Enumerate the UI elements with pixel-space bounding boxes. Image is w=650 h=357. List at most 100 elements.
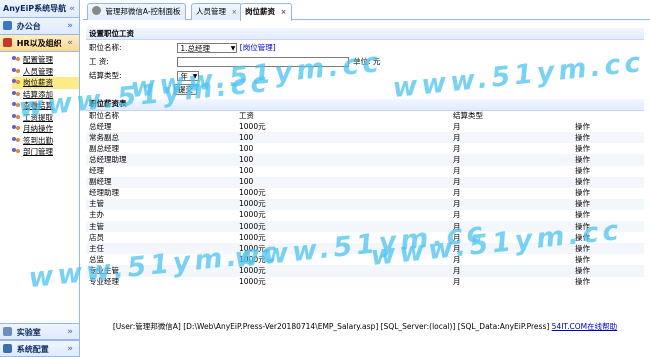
cell-position: 专业主管 [89,265,119,275]
panel-hr[interactable]: HR以及组织 « [0,35,79,52]
sidebar-title-text: AnyEiP系统导航 [3,4,67,13]
row-action-link[interactable]: 操作 [572,121,644,132]
row-action-link[interactable]: 操作 [572,166,644,177]
table-row: 总监 1000元 月 操作 [86,254,644,265]
position-row: 职位名称: 1.总经理 ▼ [岗位管理] [86,42,644,54]
sidebar-item-label: 月纳操作 [23,124,53,133]
sidebar-item-label: 岗位薪资 [23,78,53,87]
row-action-link[interactable]: 操作 [572,221,644,232]
table-row: 专业经理 1000元 月 操作 [86,277,644,288]
panel-office[interactable]: 办公台 » [0,18,79,35]
submit-row: 提交 [86,84,644,96]
tab-control-panel[interactable]: 管理邦微信A-控制面板 [87,3,186,20]
chevron-collapse-icon[interactable]: « [67,35,73,52]
cell-position: 主管 [89,199,104,209]
position-select[interactable]: 1.总经理 ▼ [177,43,238,53]
panel-lab[interactable]: 实验室 » [0,323,79,340]
row-action-link[interactable]: 操作 [572,132,644,143]
sidebar-item[interactable]: 工资提取 [12,112,79,124]
cell-salary: 100 [239,132,254,142]
column-header-settle-type: 结算类型 [453,110,483,120]
submit-button[interactable]: 提交 [174,84,197,95]
cell-position: 总监 [89,254,104,264]
sidebar-item[interactable]: 月纳操作 [12,123,79,135]
close-icon[interactable]: × [281,8,287,16]
column-header-actions [572,110,644,121]
cell-position: 主办 [89,210,104,220]
cell-settle-type: 月 [453,177,461,187]
settle-type-select[interactable]: 年 ▼ [177,71,200,81]
row-action-link[interactable]: 操作 [572,143,644,154]
collapse-sidebar-icon[interactable]: « [69,0,75,18]
status-footer: [User:管理邦微信A] [D:\Web\AnyEiP.Press-Ver20… [86,321,644,332]
unit-label: 单位: 元 [353,57,381,66]
cell-settle-type: 月 [453,232,461,242]
sidebar-title: AnyEiP系统导航 « [0,0,79,18]
cell-position: 主任 [89,243,104,253]
sidebar-item[interactable]: 部门管理 [12,146,79,158]
sidebar-item[interactable]: 签到出勤 [12,135,79,147]
cell-position: 主管 [89,221,104,231]
tab-bar: 管理邦微信A-控制面板 人员管理 × 岗位薪资 × [83,0,650,21]
main-content: 设置职位工资 职位名称: 1.总经理 ▼ [岗位管理] 工 资: 单位: 元 结… [86,28,644,343]
tab-label: 岗位薪资 [245,7,275,16]
column-header-salary: 工资 [239,110,254,120]
cell-settle-type: 月 [453,188,461,198]
row-action-link[interactable]: 操作 [572,277,644,288]
position-label: 职位名称: [89,43,122,52]
row-action-link[interactable]: 操作 [572,254,644,265]
row-action-link[interactable]: 操作 [572,210,644,221]
sidebar-item[interactable]: 岗位薪资 [12,77,79,89]
sidebar-item[interactable]: 人员管理 [12,66,79,78]
salary-table: 职位薪资表 职位名称 工资 结算类型 总经理 1000元月操作 常务副总 100 月操作… [86,99,644,288]
table-row: 主管 1000元 月 操作 [86,198,644,210]
cell-settle-type: 月 [453,143,461,153]
chevron-expand-icon[interactable]: » [67,18,73,35]
users-icon [12,136,21,144]
row-action-link[interactable]: 操作 [572,265,644,276]
row-action-link[interactable]: 操作 [572,154,644,165]
cell-salary: 100 [239,143,254,153]
help-link[interactable]: 54IT.COM在线帮助 [552,322,617,331]
tab-position-salary[interactable]: 岗位薪资 × [240,3,292,21]
row-action-link[interactable]: 操作 [572,199,644,210]
panel-sys[interactable]: 系统配置 » [0,340,79,357]
table-body: 总经理 1000元月操作 常务副总 100 月操作 副总经理 100 月操作 总经理助理 100 月… [86,121,644,287]
row-action-link[interactable]: 操作 [572,243,644,254]
sidebar-item[interactable]: 查看结算 [12,100,79,112]
cell-position: 店员 [89,232,104,242]
panel-hr-label: HR以及组织 [16,39,62,48]
row-action-link[interactable]: 操作 [572,177,644,188]
salary-input[interactable] [177,57,350,67]
cell-salary: 1000元 [239,188,266,198]
users-icon [12,113,21,121]
cell-settle-type: 月 [453,155,461,165]
salary-row: 工 资: 单位: 元 [86,56,644,68]
cell-position: 常务副总 [89,132,119,142]
table-row: 总经理 1000元 月 操作 [86,121,644,132]
cell-settle-type: 月 [453,199,461,209]
row-action-link[interactable]: 操作 [572,188,644,199]
users-icon [12,101,21,109]
cell-position: 副经理 [89,177,112,187]
settle-selected-value: 年 [180,72,188,81]
position-manage-link[interactable]: [岗位管理] [240,43,276,52]
position-selected-value: 1.总经理 [180,44,211,53]
cell-salary: 1000元 [239,254,266,264]
row-action-link[interactable]: 操作 [572,232,644,243]
cell-salary: 1000元 [239,232,266,242]
sidebar-item-label: 查看结算 [23,101,53,110]
chevron-expand-icon[interactable]: » [67,341,73,357]
sidebar-item[interactable]: 配置管理 [12,54,79,66]
close-icon[interactable]: × [231,8,237,16]
settings-icon [3,344,12,353]
lab-icon [3,327,12,336]
cell-salary: 100 [239,177,254,187]
cell-settle-type: 月 [453,265,461,275]
cell-salary: 1000元 [239,221,266,231]
tab-label: 管理邦微信A-控制面板 [105,7,181,16]
table-row: 主管 1000元 月 操作 [86,221,644,233]
chevron-expand-icon[interactable]: » [67,324,73,341]
sidebar-item[interactable]: 结算添加 [12,89,79,101]
tab-personnel[interactable]: 人员管理 × [191,3,243,20]
